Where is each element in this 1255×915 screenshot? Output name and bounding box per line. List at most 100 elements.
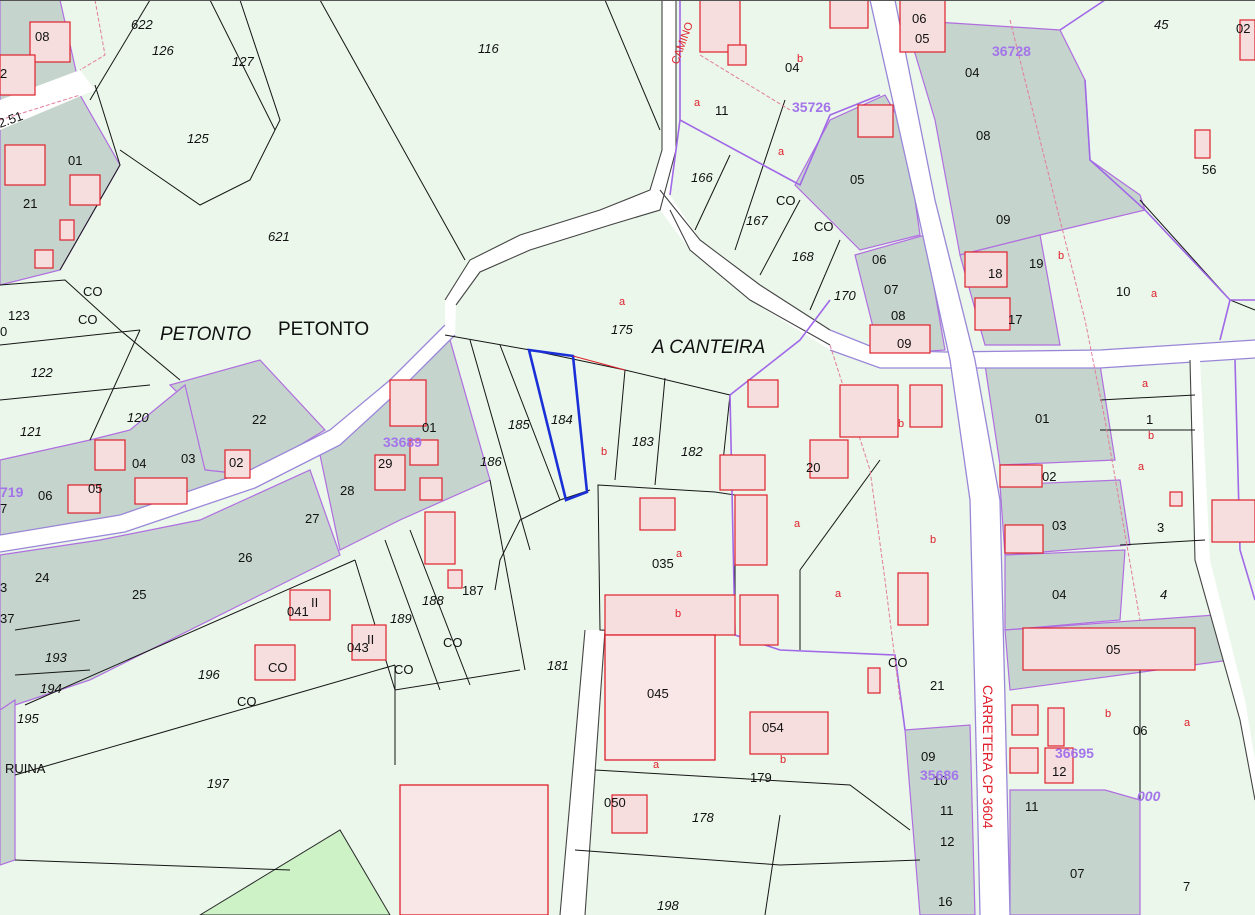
building [727, 44, 747, 66]
sheet-number: 33689 [383, 434, 422, 450]
ii-label: II [367, 632, 374, 647]
block-left-edge [0, 698, 16, 866]
place-name-petonto-italic: PETONTO [160, 324, 251, 345]
block-number: 3 [0, 580, 7, 595]
block-number: 21 [930, 678, 944, 693]
plot-number: 187 [462, 583, 484, 598]
sheet-number: 35726 [792, 99, 831, 115]
building [699, 0, 741, 53]
block-number: 1 [1146, 412, 1153, 427]
block-number: 7 [1183, 879, 1190, 894]
block-number: 12 [940, 834, 954, 849]
plot-number: 122 [31, 365, 53, 380]
place-name-a-canteira: A CANTEIRA [651, 337, 765, 358]
plot-number: 622 [131, 17, 153, 32]
building [897, 572, 929, 626]
block-number: 20 [806, 460, 820, 475]
road-name-carretera: CARRETERA CP 3604 [980, 685, 996, 829]
plot-number: 189 [390, 611, 412, 626]
subparcel-letter: b [898, 418, 904, 430]
block-number: 06 [38, 488, 52, 503]
place-name-petonto: PETONTO [278, 319, 369, 340]
block-number: 27 [305, 511, 319, 526]
building [974, 297, 1011, 331]
block-number: 02 [1236, 21, 1250, 36]
subparcel-letter: b [780, 754, 786, 766]
block-number: 045 [647, 686, 669, 701]
plot-number: 179 [750, 770, 772, 785]
subparcel-letter: a [1138, 461, 1145, 473]
building [1011, 704, 1039, 736]
subparcel-letter: a [794, 518, 801, 530]
subparcel-letter: b [797, 53, 803, 65]
block-number: 02 [229, 455, 243, 470]
plot-number: 196 [198, 667, 220, 682]
block-number: 041 [287, 604, 309, 619]
sheet-number: 000 [1137, 788, 1161, 804]
building [1009, 747, 1039, 774]
plot-number: 193 [45, 650, 67, 665]
block-number: 22 [252, 412, 266, 427]
block-number: 06 [1133, 723, 1147, 738]
block-number: 10 [1116, 284, 1130, 299]
building [719, 454, 766, 491]
subparcel-letter: a [835, 588, 842, 600]
block-number: 03 [181, 451, 195, 466]
building [4, 144, 46, 186]
block-number: 29 [378, 456, 392, 471]
block-number: 043 [347, 640, 369, 655]
building [909, 384, 943, 428]
plot-number: 621 [268, 229, 290, 244]
plot-number: 178 [692, 810, 714, 825]
block-number: 01 [68, 153, 82, 168]
block-number: 04 [132, 456, 146, 471]
subparcel-letter: a [694, 97, 701, 109]
building [857, 104, 894, 138]
block-number: 19 [1029, 256, 1043, 271]
subparcel-letter: a [778, 146, 785, 158]
map-canvas[interactable]: PETONTO PETONTO A CANTEIRA CARRETERA CP … [0, 0, 1255, 915]
building [734, 494, 768, 566]
building [1211, 499, 1255, 543]
subparcel-letter: a [1184, 717, 1191, 729]
block-number: 21 [23, 196, 37, 211]
block-number: 17 [1008, 312, 1022, 327]
plot-number: 197 [207, 776, 229, 791]
co-label: CO [78, 312, 98, 327]
block-number: 06 [872, 252, 886, 267]
cadastral-map[interactable]: PETONTO PETONTO A CANTEIRA CARRETERA CP … [0, 0, 1255, 915]
block-number: 37 [0, 611, 14, 626]
sheet-number: 36728 [992, 43, 1031, 59]
building [1169, 491, 1183, 507]
block-number: 03 [1052, 518, 1066, 533]
block-number: 01 [422, 420, 436, 435]
plot-number: 170 [834, 288, 856, 303]
plot-number: 120 [127, 410, 149, 425]
block-number: 7 [0, 501, 7, 516]
block-number: 05 [88, 481, 102, 496]
co-label: CO [83, 284, 103, 299]
block-number: 11 [940, 803, 954, 818]
block-number: 08 [976, 128, 990, 143]
plot-number: 116 [478, 41, 499, 56]
plot-number: 175 [611, 322, 633, 337]
sheet-number: 36695 [1055, 745, 1094, 761]
building [747, 379, 779, 408]
block-number: 3 [1157, 520, 1164, 535]
block-number: 054 [762, 720, 784, 735]
block-number: 05 [1106, 642, 1120, 657]
building [639, 497, 676, 531]
block-number: 4 [1160, 587, 1167, 602]
building [739, 594, 779, 646]
building-large-bottom [399, 784, 549, 915]
block-number: 18 [988, 266, 1002, 281]
building [424, 511, 456, 565]
building [447, 569, 463, 589]
ii-label: II [311, 595, 318, 610]
plot-number: 123 [8, 308, 30, 323]
plot-number: 166 [691, 170, 713, 185]
block-number: 09 [996, 212, 1010, 227]
building [867, 667, 881, 694]
subparcel-letter: b [601, 446, 607, 458]
block-number: 08 [35, 29, 49, 44]
